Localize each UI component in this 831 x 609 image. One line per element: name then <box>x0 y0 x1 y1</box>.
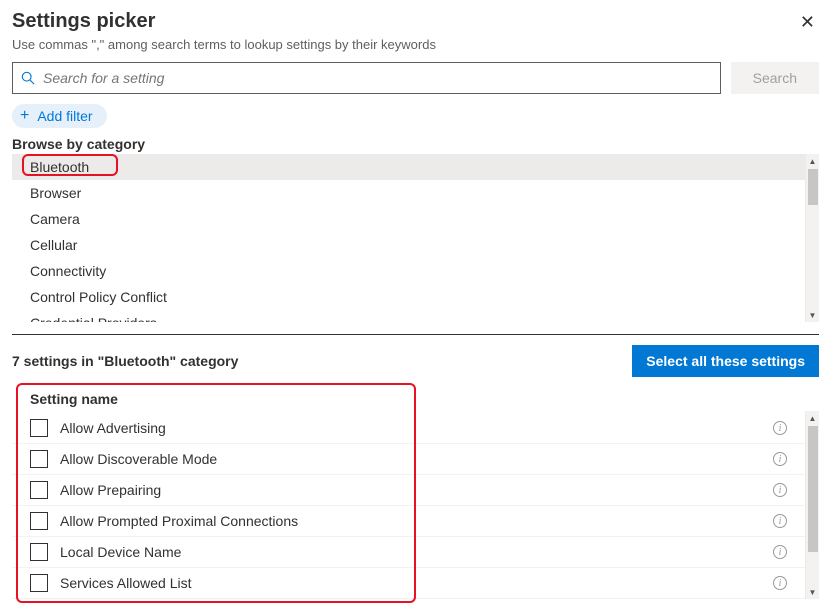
setting-row[interactable]: Allow Advertisingi <box>12 413 805 444</box>
page-title: Settings picker <box>12 10 155 33</box>
select-all-button[interactable]: Select all these settings <box>632 345 819 377</box>
setting-checkbox[interactable] <box>30 419 48 437</box>
setting-name-label: Services Allowed List <box>60 575 773 591</box>
setting-row[interactable]: Allow Prompted Proximal Connectionsi <box>12 506 805 537</box>
setting-checkbox[interactable] <box>30 512 48 530</box>
info-icon[interactable]: i <box>773 545 787 559</box>
search-button[interactable]: Search <box>731 62 819 94</box>
category-item[interactable]: Credential Providers <box>12 310 805 322</box>
setting-checkbox[interactable] <box>30 543 48 561</box>
column-header-setting-name: Setting name <box>12 387 819 413</box>
setting-name-label: Allow Prepairing <box>60 482 773 498</box>
setting-name-label: Local Device Name <box>60 544 773 560</box>
info-icon[interactable]: i <box>773 514 787 528</box>
info-icon[interactable]: i <box>773 483 787 497</box>
setting-checkbox[interactable] <box>30 450 48 468</box>
settings-table: Setting name Allow AdvertisingiAllow Dis… <box>12 387 819 599</box>
category-item[interactable]: Connectivity <box>12 258 805 284</box>
scroll-up-icon[interactable]: ▲ <box>806 411 819 425</box>
search-box[interactable] <box>12 62 721 94</box>
setting-row[interactable]: Local Device Namei <box>12 537 805 568</box>
info-icon[interactable]: i <box>773 421 787 435</box>
category-list-container: BluetoothBrowserCameraCellularConnectivi… <box>12 154 819 322</box>
category-item[interactable]: Camera <box>12 206 805 232</box>
setting-checkbox[interactable] <box>30 574 48 592</box>
results-count-text: 7 settings in "Bluetooth" category <box>12 353 238 369</box>
info-icon[interactable]: i <box>773 452 787 466</box>
close-icon[interactable]: ✕ <box>796 10 819 35</box>
setting-row[interactable]: Allow Discoverable Modei <box>12 444 805 475</box>
category-item[interactable]: Control Policy Conflict <box>12 284 805 310</box>
divider <box>12 334 819 335</box>
add-filter-label: Add filter <box>37 108 92 124</box>
category-item[interactable]: Browser <box>12 180 805 206</box>
add-filter-button[interactable]: + Add filter <box>12 104 107 128</box>
category-item[interactable]: Cellular <box>12 232 805 258</box>
category-item[interactable]: Bluetooth <box>12 154 805 180</box>
category-scrollbar[interactable]: ▲ ▼ <box>805 154 819 322</box>
setting-row[interactable]: Allow Prepairingi <box>12 475 805 506</box>
scroll-down-icon[interactable]: ▼ <box>806 585 819 599</box>
scroll-thumb[interactable] <box>808 426 818 552</box>
setting-row[interactable]: Services Allowed Listi <box>12 568 805 599</box>
setting-checkbox[interactable] <box>30 481 48 499</box>
plus-icon: + <box>20 108 29 124</box>
settings-scrollbar[interactable]: ▲ ▼ <box>805 411 819 599</box>
setting-name-label: Allow Prompted Proximal Connections <box>60 513 773 529</box>
browse-by-category-label: Browse by category <box>12 136 819 152</box>
search-icon <box>21 71 35 85</box>
scroll-down-icon[interactable]: ▼ <box>806 308 819 322</box>
setting-name-label: Allow Discoverable Mode <box>60 451 773 467</box>
search-input[interactable] <box>41 69 712 87</box>
scroll-thumb[interactable] <box>808 169 818 205</box>
setting-name-label: Allow Advertising <box>60 420 773 436</box>
scroll-up-icon[interactable]: ▲ <box>806 154 819 168</box>
page-subtitle: Use commas "," among search terms to loo… <box>12 37 819 52</box>
